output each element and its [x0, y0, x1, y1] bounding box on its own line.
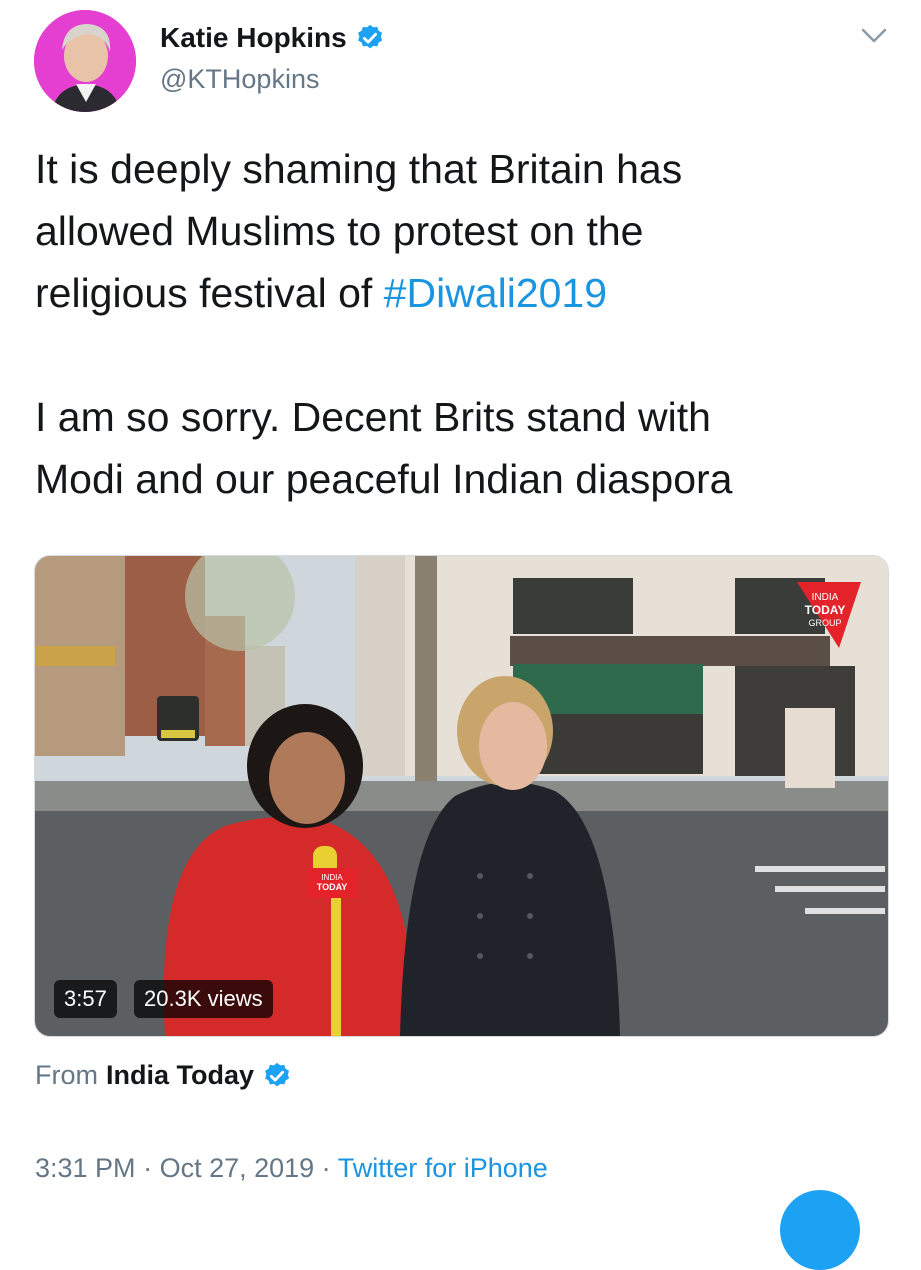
- tweet-line: allowed Muslims to protest on the: [35, 208, 644, 254]
- tweet-date[interactable]: Oct 27, 2019: [160, 1153, 315, 1183]
- source-name-link[interactable]: India Today: [106, 1060, 254, 1091]
- video-player[interactable]: INDIA TODAY GROUP INDIA TODAY: [34, 555, 889, 1037]
- video-thumbnail: INDIA TODAY GROUP INDIA TODAY: [35, 556, 888, 1036]
- compose-fab[interactable]: [780, 1190, 860, 1270]
- meta-separator: ·: [314, 1153, 338, 1183]
- mic-flag-line: INDIA: [321, 873, 343, 882]
- tweet-line: I am so sorry. Decent Brits stand with: [35, 394, 711, 440]
- tweet-time: 3:31 PM: [35, 1153, 136, 1183]
- tweet-meta: 3:31 PM · Oct 27, 2019 · Twitter for iPh…: [35, 1153, 548, 1184]
- video-views-badge: 20.3K views: [134, 980, 273, 1018]
- from-label: From: [35, 1060, 98, 1090]
- tweet-line: Modi and our peaceful Indian diaspora: [35, 456, 733, 502]
- client-link[interactable]: Twitter for iPhone: [338, 1153, 548, 1183]
- mic-flag-line: TODAY: [317, 882, 348, 892]
- avatar-image: [34, 10, 136, 112]
- verified-badge-icon: [357, 24, 382, 49]
- tweet-line: It is deeply shaming that Britain has: [35, 146, 683, 192]
- author-name[interactable]: Katie Hopkins: [160, 22, 347, 54]
- meta-separator: ·: [135, 1153, 160, 1183]
- video-source-row[interactable]: From India Today: [35, 1060, 292, 1091]
- watermark-line: GROUP: [808, 618, 841, 628]
- tweet-text: It is deeply shaming that Britain has al…: [35, 138, 895, 510]
- author-name-row[interactable]: Katie Hopkins: [160, 22, 385, 54]
- chevron-down-icon[interactable]: [858, 24, 890, 48]
- video-duration-badge: 3:57: [54, 980, 117, 1018]
- tweet-line: religious festival of: [35, 270, 384, 316]
- hashtag-link[interactable]: #Diwali2019: [384, 270, 607, 316]
- verified-badge-icon: [265, 1062, 290, 1086]
- watermark-line: INDIA: [812, 592, 839, 603]
- author-handle[interactable]: @KTHopkins: [160, 64, 319, 95]
- watermark-line: TODAY: [805, 603, 846, 617]
- avatar[interactable]: [34, 10, 136, 112]
